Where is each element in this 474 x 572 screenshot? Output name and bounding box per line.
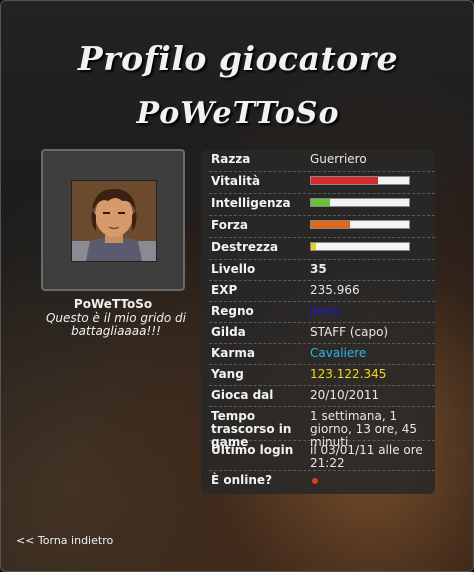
stat-label: Gioca dal bbox=[211, 388, 274, 402]
stat-label: È online? bbox=[211, 473, 273, 487]
stat-label: Ultimo login bbox=[211, 443, 294, 457]
stat-label: Razza bbox=[211, 152, 251, 166]
page-title: Profilo giocatore bbox=[77, 39, 399, 78]
stat-label: Karma bbox=[211, 346, 255, 360]
stat-row-exp: EXP 235.966 bbox=[209, 281, 435, 302]
vitality-bar-fill bbox=[311, 177, 378, 184]
stat-row-forza: Forza bbox=[209, 216, 435, 238]
stat-row-intelligenza: Intelligenza bbox=[209, 194, 435, 216]
avatar-frame bbox=[41, 149, 185, 291]
stat-label: Regno bbox=[211, 304, 254, 318]
stat-value: 20/10/2011 bbox=[310, 388, 380, 402]
player-name-heading: PoWeTToSo bbox=[136, 96, 340, 131]
stat-value: il 03/01/11 alle ore 21:22 bbox=[310, 443, 423, 470]
stat-row-yang: Yang 123.122.345 bbox=[209, 365, 435, 386]
stat-label: Gilda bbox=[211, 325, 246, 339]
intelligence-bar-fill bbox=[311, 199, 330, 206]
stat-row-razza: Razza Guerriero bbox=[209, 150, 435, 172]
stat-value: STAFF (capo) bbox=[310, 325, 389, 339]
profile-page: Profilo giocatore PoWeTToSo PoWeTToSo Qu… bbox=[0, 0, 474, 572]
stat-row-regno: Regno Jinno bbox=[209, 302, 435, 323]
stat-row-gilda: Gilda STAFF (capo) bbox=[209, 323, 435, 344]
strength-bar-fill bbox=[311, 221, 351, 228]
stat-row-livello: Livello 35 bbox=[209, 260, 435, 281]
avatar-player-name: PoWeTToSo bbox=[73, 297, 153, 311]
intelligence-bar bbox=[310, 198, 410, 207]
stat-row-vitalita: Vitalità bbox=[209, 172, 435, 194]
back-link[interactable]: << Torna indietro bbox=[16, 534, 113, 547]
stat-label: EXP bbox=[211, 283, 238, 297]
stat-value: 123.122.345 bbox=[310, 367, 387, 381]
stat-row-ultimo-login: Ultimo login il 03/01/11 alle ore 21:22 bbox=[209, 441, 435, 471]
stat-value: Jinno bbox=[310, 304, 340, 318]
dexterity-bar bbox=[310, 242, 410, 251]
stat-label: Destrezza bbox=[211, 240, 279, 254]
stat-label: Forza bbox=[211, 218, 248, 232]
stat-value: 35 bbox=[310, 262, 327, 276]
stat-row-tempo-trascorso: Tempo trascorso in game 1 settimana, 1 g… bbox=[209, 407, 435, 449]
stat-label: Livello bbox=[211, 262, 256, 276]
stat-row-destrezza: Destrezza bbox=[209, 238, 435, 260]
stat-label: Yang bbox=[211, 367, 244, 381]
stat-row-karma: Karma Cavaliere bbox=[209, 344, 435, 365]
battle-cry-text: Questo è il mio grido di battagliaaaa!!! bbox=[45, 311, 186, 338]
stat-value: Guerriero bbox=[310, 152, 367, 166]
dexterity-bar-fill bbox=[311, 243, 316, 250]
warrior-portrait-icon bbox=[72, 181, 156, 261]
stat-value: 235.966 bbox=[310, 283, 360, 297]
stat-value: Cavaliere bbox=[310, 346, 367, 360]
vitality-bar bbox=[310, 176, 410, 185]
stat-row-online: È online? bbox=[209, 471, 435, 493]
stat-label: Vitalità bbox=[211, 174, 261, 188]
strength-bar bbox=[310, 220, 410, 229]
stat-row-gioca-dal: Gioca dal 20/10/2011 bbox=[209, 386, 435, 407]
offline-status-icon bbox=[312, 478, 318, 484]
stat-label: Intelligenza bbox=[211, 196, 291, 210]
stat-value bbox=[310, 474, 430, 487]
avatar bbox=[71, 180, 157, 262]
